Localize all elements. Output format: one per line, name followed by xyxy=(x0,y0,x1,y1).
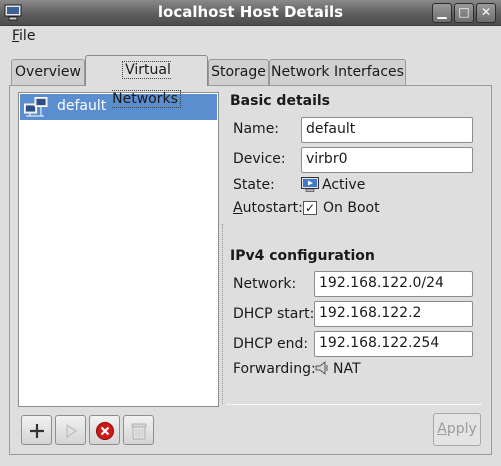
tab-network-interfaces-label: Network Interfaces xyxy=(271,64,404,80)
state-active-icon xyxy=(301,177,319,192)
window-title: localhost Host Details xyxy=(157,3,344,21)
menu-bar: File xyxy=(0,26,501,49)
add-network-button[interactable] xyxy=(21,415,52,445)
close-window-button[interactable]: ✕ xyxy=(476,3,496,23)
tab-storage-label: Storage xyxy=(211,64,266,80)
stop-icon xyxy=(96,422,114,440)
start-network-button[interactable] xyxy=(55,415,86,445)
play-icon xyxy=(66,424,77,438)
minimize-button[interactable]: ▁ xyxy=(432,3,452,23)
autostart-mnemonic: A xyxy=(233,200,243,216)
stop-network-button[interactable] xyxy=(89,415,120,445)
tab-virtual-networks-label: Virtual Networks xyxy=(112,61,181,108)
trash-icon xyxy=(131,423,147,440)
tab-storage[interactable]: Storage xyxy=(208,59,269,85)
autostart-label: Autostart: xyxy=(233,200,303,216)
tab-overview[interactable]: Overview xyxy=(11,59,85,85)
tab-virtual-networks[interactable]: Virtual Networks xyxy=(85,55,208,108)
menu-file[interactable]: File xyxy=(12,28,35,44)
autostart-checkbox[interactable]: ✓ xyxy=(303,201,317,215)
network-list[interactable]: default xyxy=(18,92,219,407)
nat-forwarding-icon xyxy=(315,360,328,376)
forwarding-value: NAT xyxy=(333,361,361,377)
title-bar[interactable]: localhost Host Details ▁ □ ✕ xyxy=(0,0,501,26)
dhcp-start-label: DHCP start: xyxy=(233,306,315,322)
delete-network-button[interactable] xyxy=(123,415,154,445)
basic-details-heading: Basic details xyxy=(230,93,331,109)
device-field[interactable]: virbr0 xyxy=(301,147,473,173)
apply-mnemonic: A xyxy=(437,421,447,437)
dhcp-end-field[interactable]: 192.168.122.254 xyxy=(314,331,473,357)
apply-label: pply xyxy=(446,421,477,437)
horizontal-separator xyxy=(226,404,482,405)
network-field[interactable]: 192.168.122.0/24 xyxy=(314,271,473,297)
ipv4-heading: IPv4 configuration xyxy=(230,248,375,264)
plus-icon xyxy=(30,424,44,438)
network-icon xyxy=(24,97,48,117)
menu-file-label: ile xyxy=(19,28,36,44)
menu-file-mnemonic: F xyxy=(12,28,20,44)
autostart-value[interactable]: On Boot xyxy=(323,200,380,216)
name-label: Name: xyxy=(233,121,280,137)
state-label: State: xyxy=(233,177,275,193)
maximize-button[interactable]: □ xyxy=(454,3,474,23)
forwarding-label: Forwarding: xyxy=(233,361,316,377)
tab-overview-label: Overview xyxy=(15,64,81,80)
network-name: default xyxy=(57,98,107,114)
device-label: Device: xyxy=(233,151,286,167)
dhcp-start-field[interactable]: 192.168.122.2 xyxy=(314,301,473,327)
dhcp-end-label: DHCP end: xyxy=(233,336,309,352)
network-label: Network: xyxy=(233,276,297,292)
apply-button[interactable]: Apply xyxy=(433,413,481,446)
vertical-separator xyxy=(222,224,223,404)
autostart-label-text: utostart: xyxy=(242,200,303,216)
name-field[interactable]: default xyxy=(301,117,473,143)
tab-network-interfaces[interactable]: Network Interfaces xyxy=(269,59,406,85)
state-value: Active xyxy=(322,177,366,193)
